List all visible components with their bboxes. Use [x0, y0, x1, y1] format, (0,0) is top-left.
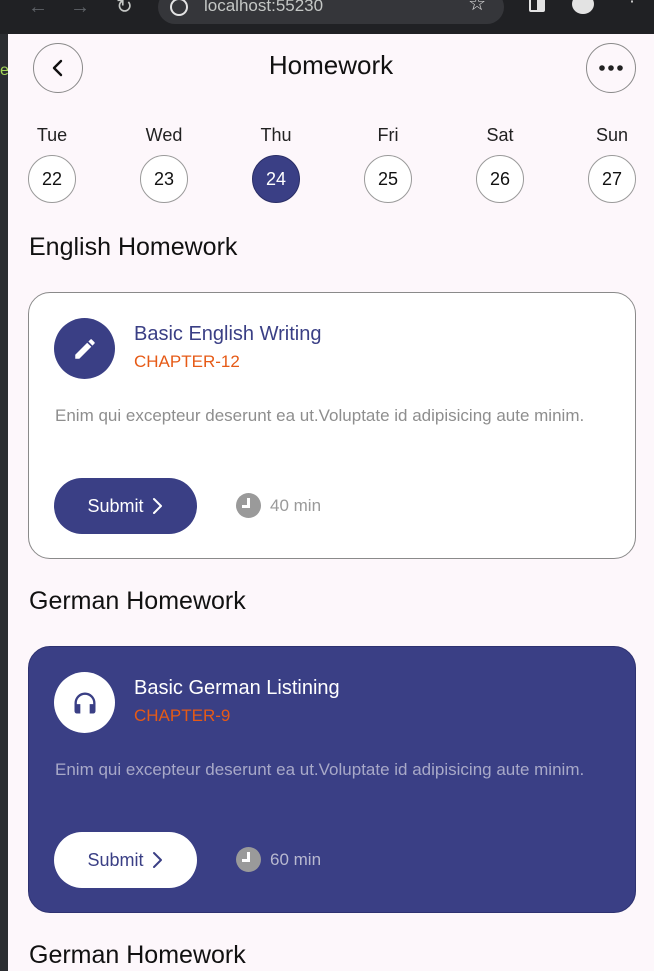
card-duration: 60 min: [236, 847, 321, 872]
day-date: 22: [28, 155, 76, 203]
calendar-day-sat[interactable]: Sat 26: [476, 122, 524, 203]
address-bar[interactable]: localhost:55230 ☆: [158, 0, 504, 24]
day-name: Wed: [145, 125, 183, 145]
bookmark-star-icon[interactable]: ☆: [468, 0, 486, 14]
duration-label: 60 min: [270, 849, 322, 869]
day-name: Fri: [377, 125, 399, 145]
day-name: Thu: [260, 125, 292, 145]
calendar-day-fri[interactable]: Fri 25: [364, 122, 412, 203]
homework-screen: Homework Tue 22 Wed 23 Thu 24 Fri 25 Sat…: [8, 34, 654, 971]
card-description: Enim qui excepteur deserunt ea ut.Volupt…: [55, 406, 585, 425]
section-title-german-2: German Homework: [29, 941, 246, 969]
browser-reload-icon[interactable]: ↻: [116, 0, 133, 17]
submit-label: Submit: [87, 849, 144, 870]
chevron-right-icon: [152, 498, 162, 514]
homework-card-english[interactable]: Basic English Writing CHAPTER-12 Enim qu…: [28, 292, 636, 559]
day-name: Sun: [595, 125, 629, 145]
duration-label: 40 min: [270, 495, 322, 515]
calendar-day-thu[interactable]: Thu 24: [252, 122, 300, 203]
browser-toolbar: ← → ↻ localhost:55230 ☆ ⋮: [0, 0, 654, 34]
section-title-english: English Homework: [29, 233, 238, 261]
headphones-icon: [74, 692, 95, 713]
day-name: Sat: [486, 125, 514, 145]
day-date: 25: [364, 155, 412, 203]
card-title: Basic English Writing: [134, 323, 322, 345]
submit-label: Submit: [87, 495, 144, 516]
page-title: Homework: [268, 50, 394, 80]
card-description: Enim qui excepteur deserunt ea ut.Volupt…: [55, 760, 585, 779]
calendar-day-tue[interactable]: Tue 22: [28, 122, 76, 203]
day-date: 23: [140, 155, 188, 203]
browser-forward-icon[interactable]: →: [70, 0, 90, 17]
submit-button[interactable]: Submit: [54, 832, 197, 888]
card-duration: 40 min: [236, 493, 321, 518]
calendar-day-sun[interactable]: Sun 27: [588, 122, 636, 203]
day-date: 26: [476, 155, 524, 203]
browser-back-icon[interactable]: ←: [28, 0, 48, 17]
card-chapter: CHAPTER-12: [134, 352, 240, 371]
day-date: 27: [588, 155, 636, 203]
clock-icon: [236, 493, 261, 518]
pencil-icon: [74, 338, 95, 359]
card-title: Basic German Listining: [134, 677, 340, 699]
background-window-edge: e: [0, 34, 9, 971]
chevron-right-icon: [152, 852, 162, 868]
day-date-selected: 24: [252, 155, 300, 203]
homework-card-german[interactable]: Basic German Listining CHAPTER-9 Enim qu…: [28, 646, 636, 913]
profile-avatar-icon[interactable]: [572, 0, 594, 14]
section-title-german: German Homework: [29, 587, 246, 615]
address-bar-url: localhost:55230: [204, 0, 324, 15]
more-horizontal-icon: [599, 65, 623, 71]
clock-icon: [236, 847, 261, 872]
calendar-day-wed[interactable]: Wed 23: [140, 122, 188, 203]
submit-button[interactable]: Submit: [54, 478, 197, 534]
side-panel-icon[interactable]: [529, 0, 545, 12]
card-chapter: CHAPTER-9: [134, 706, 231, 725]
site-info-icon[interactable]: [170, 0, 188, 16]
card-icon-badge: [54, 672, 115, 733]
day-name: Tue: [36, 125, 68, 145]
more-options-button[interactable]: [586, 43, 636, 93]
card-icon-badge: [54, 318, 115, 379]
